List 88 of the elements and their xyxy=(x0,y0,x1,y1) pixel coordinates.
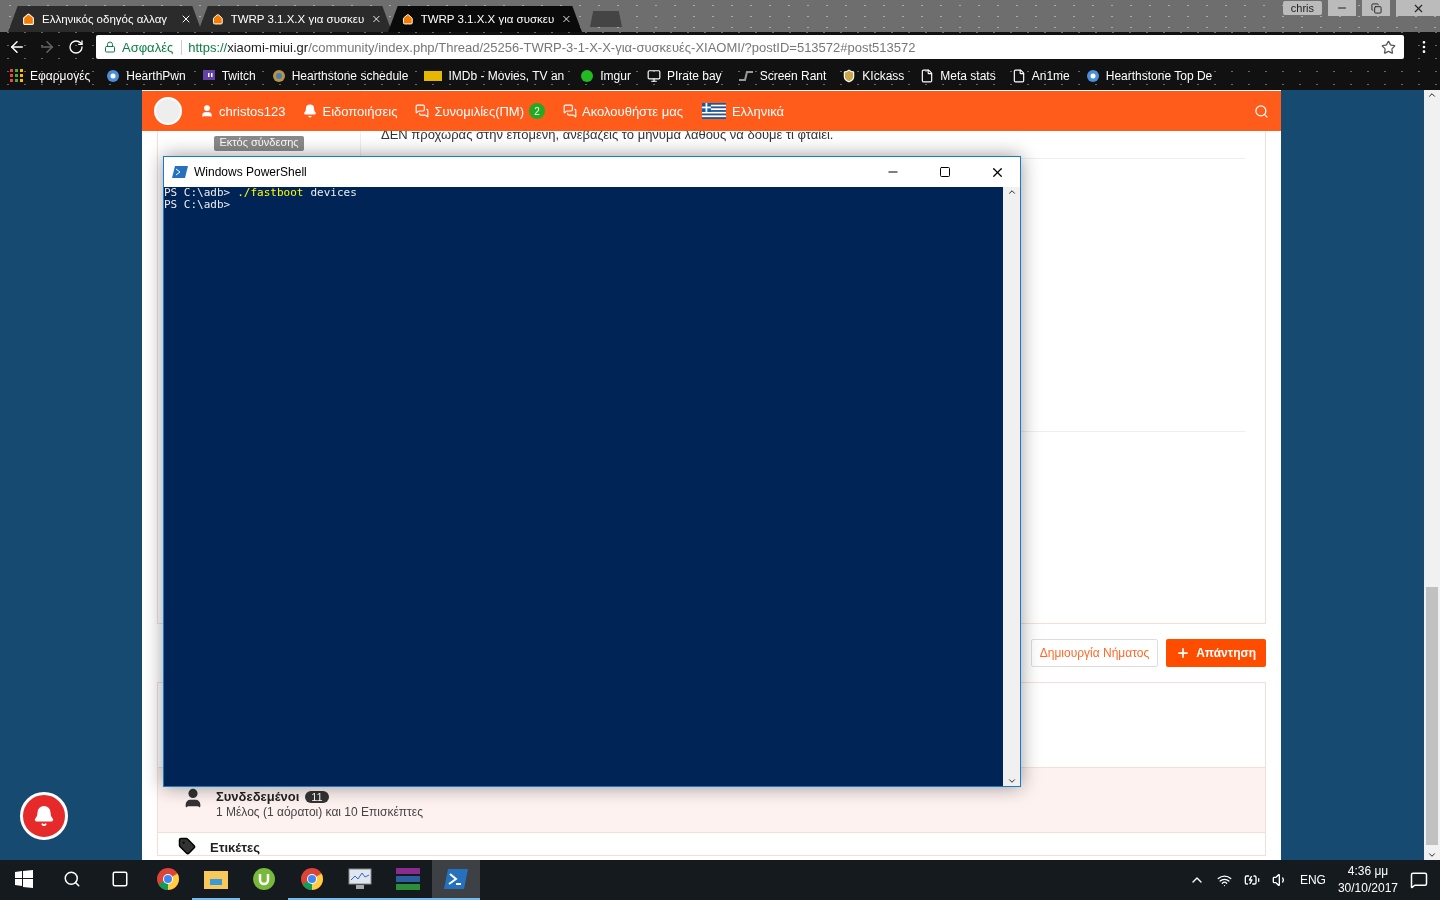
page-icon xyxy=(1011,69,1026,83)
minimize-button[interactable] xyxy=(1328,0,1356,16)
bookmark[interactable]: Imgur xyxy=(580,69,631,83)
chrome-icon xyxy=(156,867,180,891)
count-badge: 11 xyxy=(305,791,329,803)
rectangle-icon xyxy=(424,71,443,81)
utorrent-icon xyxy=(252,867,276,891)
chrome-icon xyxy=(300,867,324,891)
search-icon xyxy=(63,870,81,888)
house-icon xyxy=(22,12,35,26)
bookmark[interactable]: Meta stats xyxy=(920,69,996,83)
bookmark[interactable]: KIckass xyxy=(842,69,905,83)
bookmark[interactable]: Screen Rant xyxy=(737,69,827,83)
language-indicator[interactable]: ENG xyxy=(1299,873,1326,887)
bookmark[interactable]: An1me xyxy=(1011,69,1070,83)
status-label: Εκτός σύνδεσης xyxy=(214,136,304,151)
page-icon xyxy=(920,69,935,83)
forward-icon[interactable] xyxy=(38,38,56,56)
chat-bubble-icon xyxy=(201,69,216,83)
monitor-icon xyxy=(646,69,661,83)
swirl-icon xyxy=(106,69,121,83)
bell-icon xyxy=(303,104,318,118)
folder-icon xyxy=(204,869,228,889)
notification-icon[interactable] xyxy=(1410,871,1428,889)
wifi-icon[interactable] xyxy=(1216,872,1232,888)
plus-icon xyxy=(1176,646,1191,660)
books-icon xyxy=(396,868,420,890)
chat-icon xyxy=(415,104,430,118)
bell-icon xyxy=(33,805,55,827)
close-icon[interactable] xyxy=(561,13,572,25)
tag-icon xyxy=(178,837,196,855)
scrollbar[interactable] xyxy=(1003,187,1020,786)
console-prompt: PS C:\adb> xyxy=(164,199,231,211)
search-icon[interactable] xyxy=(1254,103,1269,119)
console-argument: devices xyxy=(310,187,357,199)
section-title: Ετικέτες xyxy=(210,840,260,855)
post-text: ΔΕΝ προχωράς στην επόμενη, ανεβάζεις το μήνυμα λάθους να δούμε τι φταίει. xyxy=(381,126,835,144)
bookmark[interactable]: Hearthstone schedule xyxy=(271,69,409,83)
bookmark[interactable]: Hearthstone Top De xyxy=(1085,69,1213,83)
close-icon[interactable] xyxy=(180,13,192,25)
monitor-icon xyxy=(348,868,372,890)
restore-icon xyxy=(1370,2,1382,14)
shield-icon xyxy=(842,69,857,83)
section-title: Συνδεδεμένοι xyxy=(216,789,300,804)
restore-button[interactable] xyxy=(1362,0,1390,16)
chevron-up-icon xyxy=(1006,187,1017,197)
chevron-down-icon xyxy=(1006,776,1017,786)
chat-icon xyxy=(563,104,577,118)
clock[interactable]: 4:36 μμ 30/10/2017 xyxy=(1337,863,1398,897)
bookmark[interactable]: PIrate bay xyxy=(646,69,722,83)
powershell-icon xyxy=(172,166,188,178)
circle-icon xyxy=(580,69,595,83)
house-icon xyxy=(402,12,414,26)
profile-button[interactable]: chris xyxy=(1282,1,1322,15)
flag-icon xyxy=(700,103,727,119)
online-summary: 1 Μέλος (1 αόρατοι) και 10 Επισκέπτες xyxy=(216,805,423,819)
house-icon xyxy=(212,12,224,26)
powershell-icon xyxy=(444,869,468,889)
console-prompt: PS C:\adb> xyxy=(164,187,231,199)
notification-button[interactable] xyxy=(20,792,68,840)
bookmark[interactable]: Twitch xyxy=(201,69,256,83)
apps-grid-icon xyxy=(10,69,24,83)
browser-tab[interactable]: TWRP 3.1.X.X για συσκευ xyxy=(198,6,392,32)
scrollbar[interactable] xyxy=(1424,90,1440,860)
chevron-down-icon xyxy=(1427,850,1437,860)
bookmark[interactable]: Εφαρμογές xyxy=(10,69,91,83)
battery-icon[interactable] xyxy=(1243,872,1260,888)
bookmark[interactable]: IMDb - Movies, TV an xyxy=(424,69,565,83)
browser-tab[interactable]: TWRP 3.1.X.X για συσκευ xyxy=(388,6,582,32)
maximize-icon xyxy=(939,166,951,178)
avatar-circle[interactable] xyxy=(154,97,182,125)
gear-icon xyxy=(271,69,286,83)
task-view-icon xyxy=(111,870,129,888)
swirl-icon xyxy=(1085,69,1100,83)
lock-icon xyxy=(104,41,116,53)
chevron-up-icon xyxy=(1427,90,1437,100)
bookmark[interactable]: HearthPwn xyxy=(106,69,186,83)
windows-logo-icon xyxy=(15,870,33,888)
address-bar[interactable]: Ασφαλές https://xiaomi-miui.gr/community/index.php/Thread/25256-TWRP-3-1-X-X-για-συσκευές-XIAOMI/?postID=513572#post513572 xyxy=(96,35,1404,59)
console-command: ./fastboot xyxy=(237,187,304,199)
count-badge: 2 xyxy=(529,103,545,119)
close-icon[interactable] xyxy=(371,13,382,25)
user-icon xyxy=(200,104,214,118)
back-icon[interactable] xyxy=(8,38,26,56)
star-icon[interactable] xyxy=(1381,39,1396,55)
reload-icon[interactable] xyxy=(68,39,84,55)
browser-tab[interactable]: Ελληνικός οδηγός αλλαγ xyxy=(8,6,202,32)
window-title: Windows PowerShell xyxy=(194,165,308,179)
